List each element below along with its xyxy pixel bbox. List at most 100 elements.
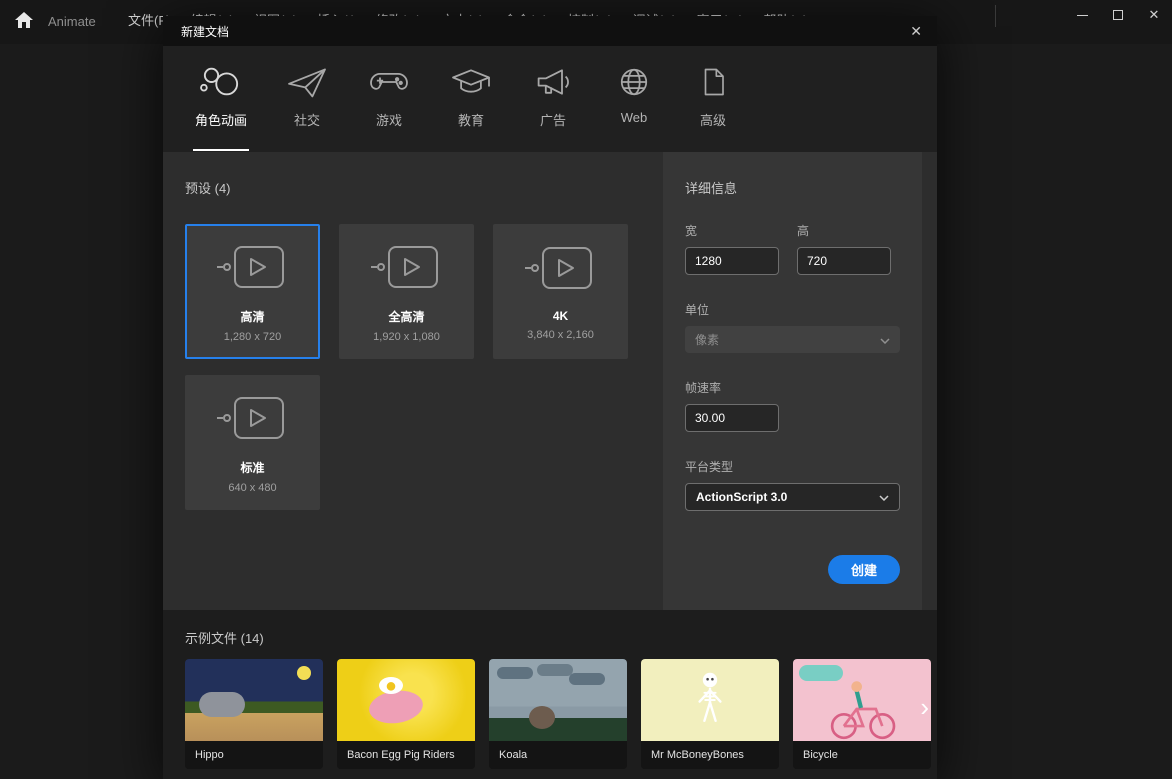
samples-next-button[interactable]: › — [920, 694, 929, 720]
new-document-dialog: 新建文档 ✕ 角色动画 社交 — [163, 16, 937, 779]
tab-social[interactable]: 社交 — [283, 62, 331, 151]
stage-icon — [217, 392, 289, 449]
app-window: Animate 文件(F) 编辑(E) 视图(V) 插入(I) 修改(M) 文本… — [0, 0, 1172, 779]
minimize-button[interactable] — [1064, 0, 1100, 30]
sample-thumbnail — [185, 659, 323, 741]
sample-name: Hippo — [185, 741, 323, 769]
sample-card-koala[interactable]: Koala — [489, 659, 627, 769]
tab-label: 社交 — [294, 110, 320, 129]
sample-files-section: 示例文件 (14) Hippo Bacon Egg Pig Riders Koa… — [163, 610, 937, 779]
tab-ads[interactable]: 广告 — [529, 62, 577, 151]
megaphone-icon — [531, 62, 575, 102]
preset-grid: 高清 1,280 x 720 全高清 1,920 x 1,080 — [185, 224, 643, 510]
preset-size: 1,280 x 720 — [224, 331, 282, 343]
tab-label: 高级 — [700, 110, 726, 129]
stage-icon — [217, 241, 289, 298]
preset-card-full-hd[interactable]: 全高清 1,920 x 1,080 — [339, 224, 474, 359]
category-tabs: 角色动画 社交 游戏 — [163, 46, 937, 152]
sample-row: Hippo Bacon Egg Pig Riders Koala — [185, 659, 937, 769]
sample-name: Bacon Egg Pig Riders — [337, 741, 475, 769]
maximize-button[interactable] — [1100, 0, 1136, 30]
sample-thumbnail — [641, 659, 779, 741]
units-dropdown[interactable]: 像素 — [685, 326, 900, 353]
height-input[interactable] — [797, 247, 891, 275]
tab-label: 教育 — [458, 110, 484, 129]
education-icon — [449, 62, 493, 102]
games-icon — [367, 62, 411, 102]
platform-dropdown[interactable]: ActionScript 3.0 — [685, 483, 900, 511]
tab-education[interactable]: 教育 — [447, 62, 495, 151]
tab-label: 游戏 — [376, 110, 402, 129]
stage-icon — [371, 241, 443, 298]
home-icon — [14, 11, 34, 34]
skeleton-art — [682, 665, 738, 735]
preset-card-hd[interactable]: 高清 1,280 x 720 — [185, 224, 320, 359]
preset-size: 640 x 480 — [228, 482, 276, 494]
sample-name: Bicycle — [793, 741, 931, 769]
app-name: Animate — [48, 14, 96, 29]
preset-name: 4K — [553, 309, 568, 323]
create-button[interactable]: 创建 — [828, 555, 900, 584]
titlebar-divider — [995, 5, 996, 27]
globe-icon — [613, 62, 655, 102]
sample-name: Koala — [489, 741, 627, 769]
sample-thumbnail — [793, 659, 931, 741]
sample-card-bicycle[interactable]: Bicycle — [793, 659, 931, 769]
tab-web[interactable]: Web — [611, 62, 657, 147]
dimensions-row: 宽 高 — [685, 222, 900, 275]
details-heading: 详细信息 — [685, 178, 900, 197]
window-controls: ✕ — [1064, 0, 1172, 30]
tab-label: 广告 — [540, 110, 566, 129]
tab-character-animation[interactable]: 角色动画 — [193, 62, 249, 151]
tab-label: Web — [621, 110, 648, 125]
chevron-down-icon — [880, 333, 890, 347]
sample-thumbnail — [489, 659, 627, 741]
height-label: 高 — [797, 222, 891, 239]
preset-size: 3,840 x 2,160 — [527, 329, 594, 341]
sample-card-bacon-egg-pig-riders[interactable]: Bacon Egg Pig Riders — [337, 659, 475, 769]
bicycle-art — [814, 677, 910, 741]
presets-pane: 预设 (4) 高清 1,280 x 720 — [163, 152, 663, 610]
dialog-content: 预设 (4) 高清 1,280 x 720 — [163, 152, 937, 610]
tab-games[interactable]: 游戏 — [365, 62, 413, 151]
details-panel: 详细信息 宽 高 单位 像素 — [663, 152, 922, 610]
sample-name: Mr McBoneyBones — [641, 741, 779, 769]
preset-size: 1,920 x 1,080 — [373, 331, 440, 343]
platform-value: ActionScript 3.0 — [696, 490, 787, 504]
social-icon — [285, 62, 329, 102]
framerate-label: 帧速率 — [685, 379, 900, 396]
maximize-icon — [1113, 10, 1123, 20]
character-animation-icon — [198, 62, 244, 102]
home-button[interactable] — [10, 8, 38, 36]
samples-heading: 示例文件 (14) — [185, 628, 937, 647]
window-close-button[interactable]: ✕ — [1136, 0, 1172, 30]
platform-label: 平台类型 — [685, 458, 900, 475]
sample-thumbnail — [337, 659, 475, 741]
preset-name: 全高清 — [388, 308, 424, 325]
minimize-icon — [1077, 15, 1088, 16]
framerate-input[interactable] — [685, 404, 779, 432]
sample-card-mr-mcboneybones[interactable]: Mr McBoneyBones — [641, 659, 779, 769]
preset-card-standard[interactable]: 标准 640 x 480 — [185, 375, 320, 510]
chevron-right-icon: › — [920, 692, 929, 722]
width-label: 宽 — [685, 222, 779, 239]
preset-card-4k[interactable]: 4K 3,840 x 2,160 — [493, 224, 628, 359]
tab-advanced[interactable]: 高级 — [691, 62, 735, 151]
tab-label: 角色动画 — [195, 110, 247, 129]
units-value: 像素 — [695, 331, 719, 348]
window-close-icon: ✕ — [1149, 7, 1160, 23]
document-icon — [693, 62, 733, 102]
dialog-header: 新建文档 ✕ — [163, 16, 937, 46]
sample-card-hippo[interactable]: Hippo — [185, 659, 323, 769]
content-gutter — [922, 152, 937, 610]
preset-name: 标准 — [240, 459, 264, 476]
dialog-title: 新建文档 — [181, 23, 229, 40]
dialog-close-button[interactable]: ✕ — [910, 23, 922, 40]
presets-heading: 预设 (4) — [185, 178, 643, 197]
width-input[interactable] — [685, 247, 779, 275]
preset-name: 高清 — [240, 308, 264, 325]
stage-icon — [525, 242, 597, 299]
units-label: 单位 — [685, 301, 900, 318]
close-icon: ✕ — [910, 23, 922, 39]
chevron-down-icon — [879, 490, 889, 504]
